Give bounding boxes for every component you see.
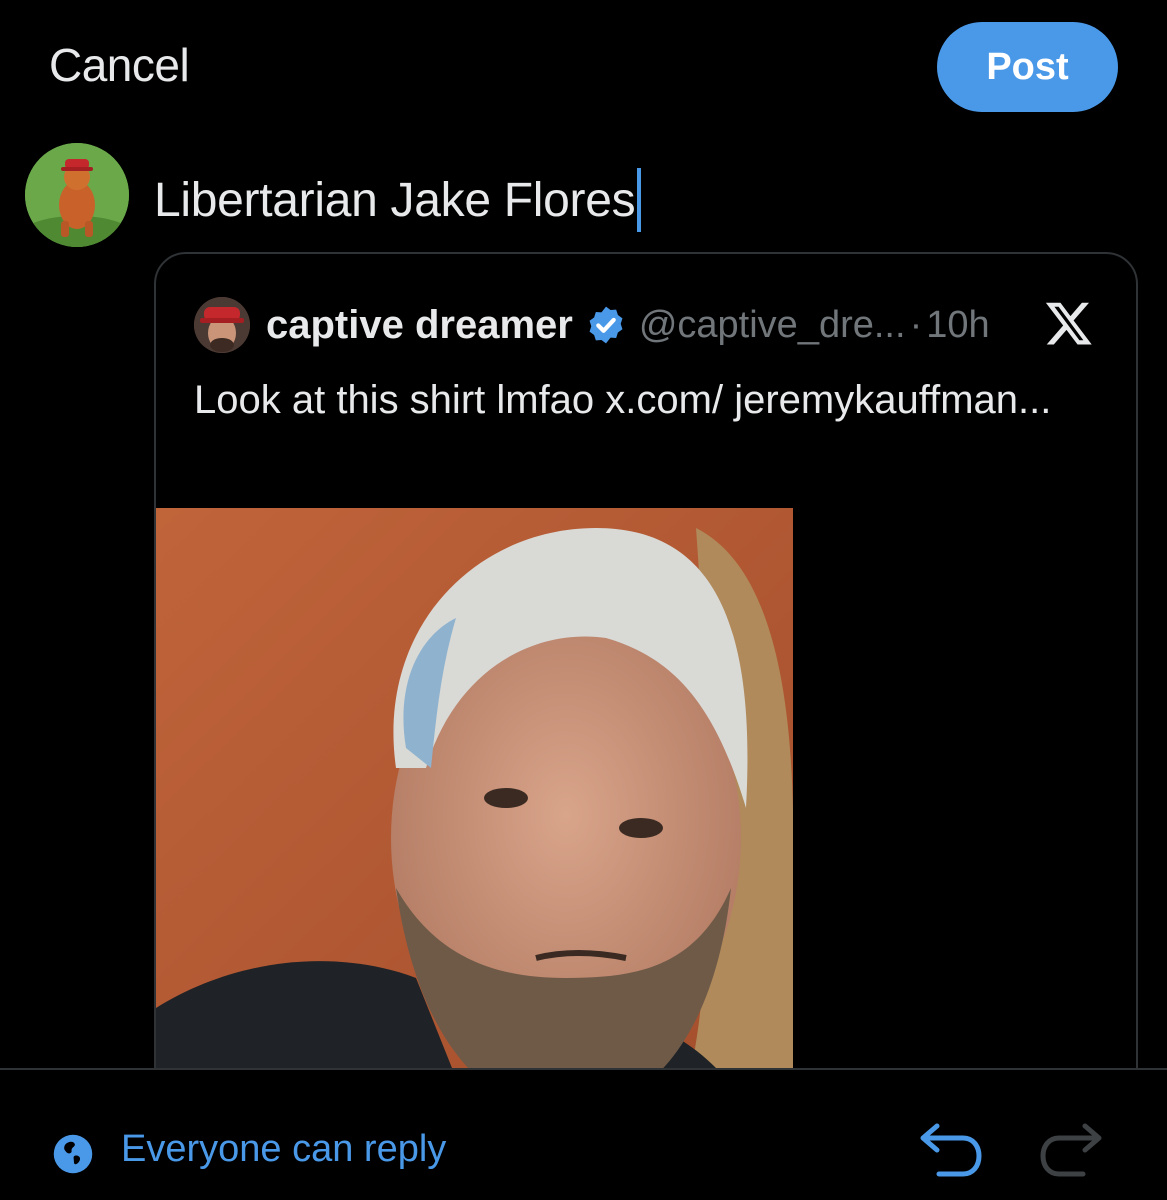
post-time: 10h (926, 303, 990, 346)
quoted-post-header: captive dreamer @captive_dre... · 10h (194, 296, 990, 354)
meta-separator: · (909, 303, 923, 346)
avatar[interactable] (25, 143, 129, 247)
compose-footer: Everyone can reply (0, 1070, 1167, 1200)
quoted-post-card[interactable]: captive dreamer @captive_dre... · 10h Lo… (154, 252, 1138, 1112)
verified-badge-icon (589, 306, 623, 344)
globe-icon (53, 1134, 93, 1174)
quoted-post-text: Look at this shirt lmfao x.com/ jeremyka… (194, 378, 1052, 422)
x-logo-icon (1045, 302, 1092, 345)
quoted-author-avatar[interactable] (194, 297, 250, 353)
cancel-button[interactable]: Cancel (49, 38, 190, 92)
compose-textarea[interactable]: Libertarian Jake Flores (154, 168, 642, 232)
redo-icon[interactable] (1035, 1120, 1107, 1186)
undo-icon[interactable] (915, 1120, 987, 1186)
reply-setting-button[interactable]: Everyone can reply (121, 1128, 446, 1171)
quoted-author-handle: @captive_dre... (638, 303, 906, 346)
quoted-author-name[interactable]: captive dreamer (266, 303, 573, 348)
compose-text: Libertarian Jake Flores (154, 173, 636, 227)
avatar-image (25, 143, 129, 247)
text-caret (637, 168, 642, 232)
quoted-post-image[interactable] (156, 508, 793, 1110)
post-button[interactable]: Post (937, 22, 1118, 112)
